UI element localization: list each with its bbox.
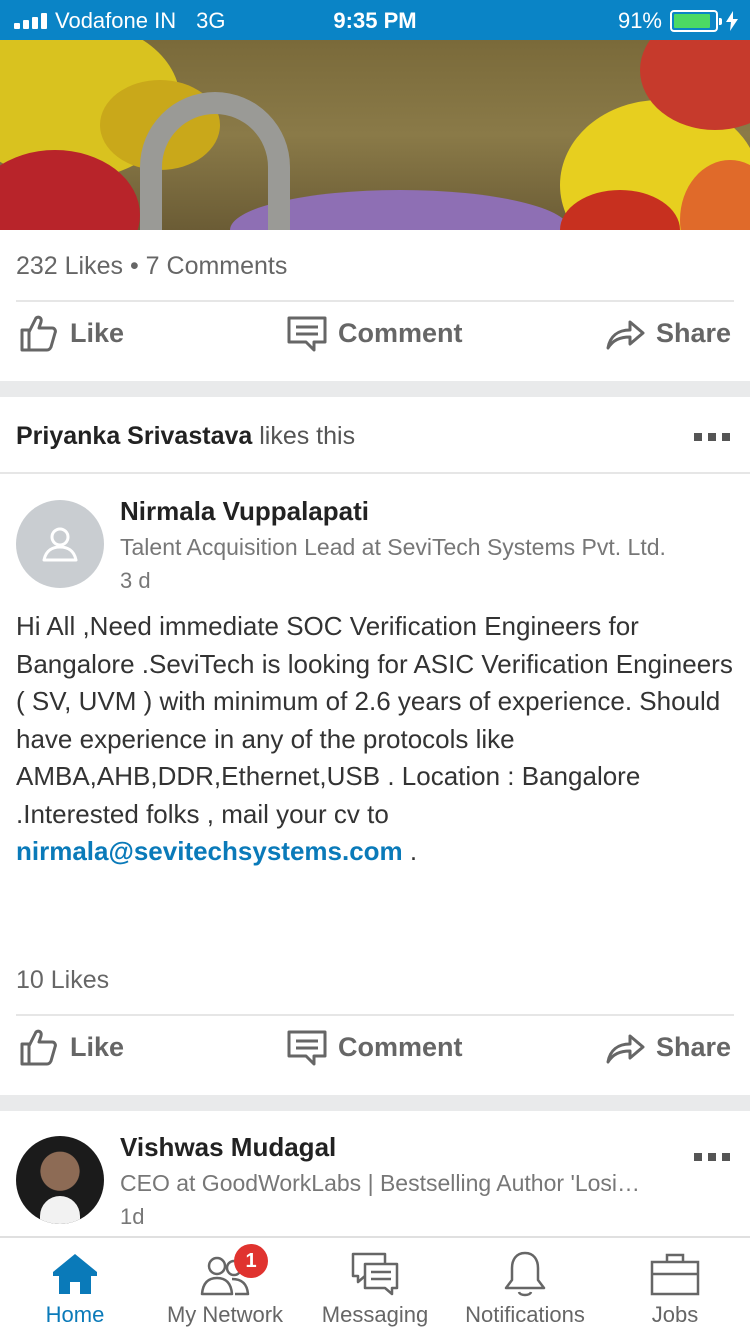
post-time: 1d — [120, 1204, 145, 1229]
divider — [0, 472, 750, 474]
avatar[interactable] — [16, 500, 104, 588]
post-body-text: Hi All ,Need immediate SOC Verification … — [16, 611, 733, 829]
bell-icon — [504, 1251, 546, 1297]
comment-button[interactable]: Comment — [286, 312, 463, 354]
charging-icon — [726, 11, 738, 31]
tab-my-network[interactable]: My Network 1 — [150, 1244, 300, 1328]
status-bar: Vodafone IN 3G 9:35 PM 91% — [0, 0, 750, 40]
more-options-icon[interactable] — [694, 433, 730, 441]
author-headline: Talent Acquisition Lead at SeviTech Syst… — [120, 534, 666, 560]
feed-separator — [0, 1095, 750, 1111]
post-actions: Like Comment Share — [0, 312, 750, 372]
tab-jobs[interactable]: Jobs — [600, 1250, 750, 1328]
messaging-icon — [351, 1252, 399, 1296]
author-name[interactable]: Vishwas Mudagal — [120, 1132, 336, 1163]
battery-percent: 91% — [617, 8, 662, 33]
liker-name[interactable]: Priyanka Srivastava — [16, 422, 252, 450]
tab-home-label: Home — [45, 1302, 105, 1327]
tab-notifications-label: Notifications — [465, 1302, 585, 1327]
divider — [16, 1014, 734, 1016]
person-placeholder-icon — [42, 527, 78, 562]
share-label: Share — [656, 317, 732, 348]
briefcase-icon — [650, 1253, 700, 1296]
share-button[interactable]: Share — [604, 312, 731, 354]
more-options-icon[interactable] — [694, 1153, 730, 1161]
comment-icon — [287, 1030, 327, 1066]
post-stats[interactable]: 232 Likes • 7 Comments — [16, 252, 287, 281]
email-link[interactable]: nirmala@sevitechsystems.com — [16, 836, 403, 866]
comment-label: Comment — [338, 317, 463, 348]
author-name[interactable]: Nirmala Vuppalapati — [120, 496, 369, 527]
share-icon — [606, 1034, 645, 1064]
feed-separator — [0, 381, 750, 397]
tab-bar: Home My Network 1 Messaging Notification… — [0, 1236, 750, 1334]
divider — [16, 300, 734, 302]
comment-button[interactable]: Comment — [286, 1026, 463, 1068]
tab-my-network-label: My Network — [166, 1302, 284, 1327]
battery-icon — [670, 10, 722, 32]
comment-icon — [287, 316, 327, 352]
like-button[interactable]: Like — [18, 312, 124, 354]
post-body-end: . — [402, 836, 418, 866]
thumbs-up-icon — [20, 1029, 57, 1066]
tab-notifications[interactable]: Notifications — [450, 1250, 600, 1328]
status-right: 91% — [618, 8, 738, 34]
tab-home[interactable]: Home — [0, 1250, 150, 1328]
author-headline: CEO at GoodWorkLabs | Bestselling Author… — [120, 1170, 641, 1196]
post-time: 3 d — [120, 568, 151, 593]
share-icon — [606, 320, 645, 350]
post-body: Hi All ,Need immediate SOC Verification … — [16, 608, 734, 871]
share-label: Share — [656, 1031, 732, 1062]
post-stats[interactable]: 10 Likes — [16, 966, 109, 995]
post-actions: Like Comment Share — [0, 1026, 750, 1086]
share-button[interactable]: Share — [604, 1026, 731, 1068]
social-context[interactable]: Priyanka Srivastava likes this — [16, 422, 355, 451]
tab-messaging[interactable]: Messaging — [300, 1250, 450, 1328]
thumbs-up-icon — [20, 315, 57, 352]
like-label: Like — [70, 317, 125, 348]
liker-suffix: likes this — [252, 422, 356, 450]
like-label: Like — [70, 1031, 125, 1062]
tab-messaging-label: Messaging — [321, 1302, 429, 1327]
post-image[interactable] — [0, 40, 750, 230]
home-icon — [53, 1254, 97, 1294]
notification-badge: 1 — [234, 1244, 268, 1278]
like-button[interactable]: Like — [18, 1026, 124, 1068]
tab-jobs-label: Jobs — [651, 1302, 699, 1327]
comment-label: Comment — [338, 1031, 463, 1062]
avatar[interactable] — [16, 1136, 104, 1224]
